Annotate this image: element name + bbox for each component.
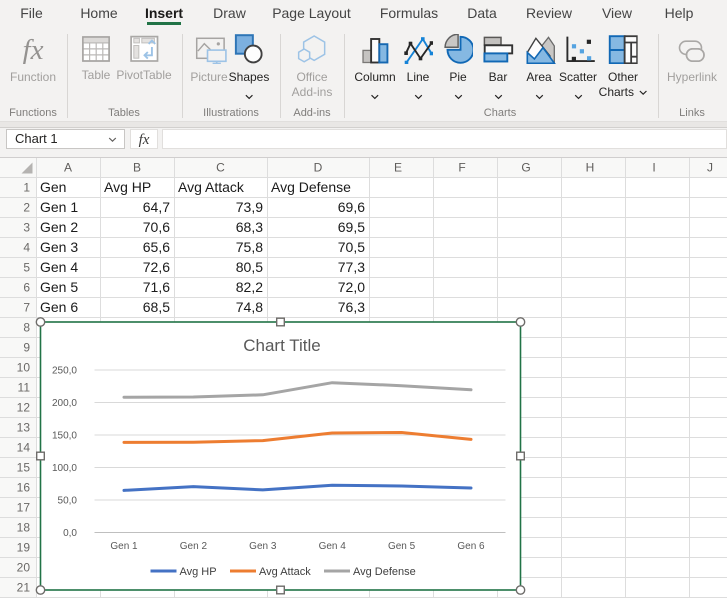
svg-text:17: 17 [17,501,31,515]
svg-text:13: 13 [17,421,31,435]
svg-text:Gen 6: Gen 6 [40,299,78,315]
svg-text:10: 10 [17,361,31,375]
svg-text:Avg HP: Avg HP [104,179,151,195]
svg-text:Gen 1: Gen 1 [110,541,138,552]
svg-text:F: F [458,161,465,175]
svg-text:50,0: 50,0 [58,496,78,507]
svg-text:69,6: 69,6 [338,199,365,215]
svg-text:72,0: 72,0 [338,279,365,295]
svg-text:72,6: 72,6 [143,259,170,275]
svg-text:Gen 4: Gen 4 [40,259,78,275]
svg-text:70,6: 70,6 [143,219,170,235]
svg-text:Gen 4: Gen 4 [319,541,347,552]
svg-text:1: 1 [23,181,30,195]
svg-text:Avg Attack: Avg Attack [259,566,311,578]
svg-text:Gen 2: Gen 2 [180,541,208,552]
svg-text:150,0: 150,0 [52,431,77,442]
svg-text:19: 19 [17,541,31,555]
svg-text:Gen 5: Gen 5 [388,541,416,552]
svg-text:18: 18 [17,521,31,535]
svg-text:73,9: 73,9 [236,199,263,215]
svg-text:5: 5 [23,261,30,275]
svg-text:75,8: 75,8 [236,239,263,255]
svg-text:Gen 2: Gen 2 [40,219,78,235]
svg-text:D: D [314,161,323,175]
svg-text:0,0: 0,0 [63,528,77,539]
svg-text:2: 2 [23,201,30,215]
svg-text:Avg Defense: Avg Defense [353,566,416,578]
svg-text:80,5: 80,5 [236,259,263,275]
svg-text:16: 16 [17,481,31,495]
svg-text:21: 21 [17,581,31,595]
svg-text:7: 7 [23,301,30,315]
svg-text:4: 4 [23,241,30,255]
svg-text:69,5: 69,5 [338,219,365,235]
svg-text:68,5: 68,5 [143,299,170,315]
svg-text:H: H [586,161,595,175]
svg-text:11: 11 [18,381,31,395]
svg-text:64,7: 64,7 [143,199,170,215]
svg-text:Avg Attack: Avg Attack [178,179,245,195]
svg-text:Gen 3: Gen 3 [40,239,78,255]
svg-text:70,5: 70,5 [338,239,365,255]
svg-text:65,6: 65,6 [143,239,170,255]
svg-text:6: 6 [23,281,30,295]
svg-text:9: 9 [23,341,30,355]
svg-text:82,2: 82,2 [236,279,263,295]
svg-text:J: J [707,161,713,175]
svg-text:8: 8 [23,321,30,335]
svg-text:I: I [652,161,655,175]
svg-text:A: A [64,161,72,175]
svg-text:Chart Title: Chart Title [243,336,320,355]
svg-text:14: 14 [17,441,31,455]
svg-text:71,6: 71,6 [143,279,170,295]
svg-text:C: C [216,161,225,175]
svg-text:200,0: 200,0 [52,398,77,409]
svg-text:Gen 3: Gen 3 [249,541,277,552]
svg-text:76,3: 76,3 [338,299,365,315]
svg-text:74,8: 74,8 [236,299,263,315]
svg-text:fx: fx [139,132,150,147]
svg-text:Gen 1: Gen 1 [40,199,78,215]
svg-text:Avg Defense: Avg Defense [271,179,351,195]
svg-text:Gen 6: Gen 6 [457,541,485,552]
svg-text:77,3: 77,3 [338,259,365,275]
svg-text:12: 12 [17,401,31,415]
svg-text:250,0: 250,0 [52,366,77,377]
svg-text:Gen 5: Gen 5 [40,279,78,295]
svg-text:Gen: Gen [40,179,66,195]
svg-text:100,0: 100,0 [52,463,77,474]
svg-text:B: B [133,161,141,175]
svg-text:15: 15 [17,461,31,475]
svg-text:E: E [394,161,402,175]
svg-text:3: 3 [23,221,30,235]
svg-text:68,3: 68,3 [236,219,263,235]
svg-text:G: G [521,161,530,175]
svg-text:20: 20 [17,561,31,575]
svg-text:fx: fx [23,34,44,64]
svg-text:Avg HP: Avg HP [180,566,217,578]
